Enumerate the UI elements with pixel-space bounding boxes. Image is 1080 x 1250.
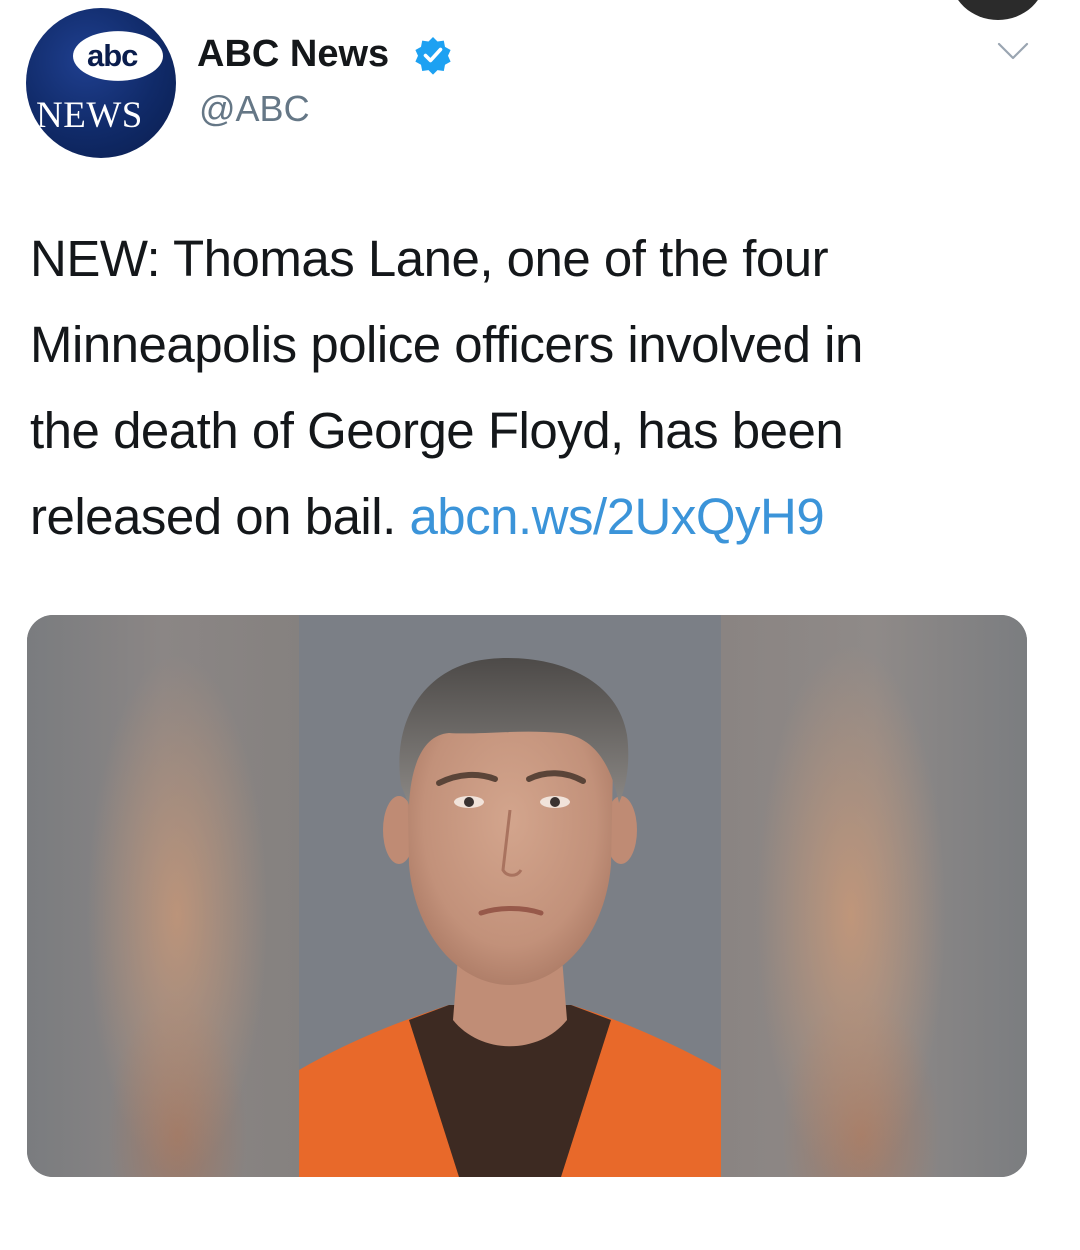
tweet-text: NEW: Thomas Lane, one of the four Minnea… bbox=[30, 216, 1060, 560]
avatar-logo-abc: abc bbox=[87, 38, 138, 73]
tweet-media-image[interactable] bbox=[27, 615, 1027, 1177]
chevron-down-icon[interactable] bbox=[996, 40, 1030, 62]
mugshot-photo bbox=[299, 615, 721, 1177]
tweet-line: released on bail. bbox=[30, 488, 410, 545]
account-handle[interactable]: @ABC bbox=[199, 88, 310, 130]
tweet-link[interactable]: abcn.ws/2UxQyH9 bbox=[409, 488, 824, 545]
verified-badge-icon bbox=[415, 37, 451, 75]
avatar[interactable]: abc NEWS bbox=[26, 8, 176, 158]
tweet-line-last: released on bail. abcn.ws/2UxQyH9 bbox=[30, 474, 1060, 560]
avatar-logo-news: NEWS bbox=[36, 95, 143, 136]
tweet-line: NEW: Thomas Lane, one of the four bbox=[30, 230, 829, 287]
display-name[interactable]: ABC News bbox=[197, 33, 389, 76]
top-overlay-circle bbox=[950, 0, 1046, 20]
tweet-line: Minneapolis police officers involved in bbox=[30, 316, 863, 373]
media-blurred-left bbox=[27, 615, 299, 1177]
media-blurred-right bbox=[721, 615, 1027, 1177]
tweet-line: the death of George Floyd, has been bbox=[30, 402, 844, 459]
